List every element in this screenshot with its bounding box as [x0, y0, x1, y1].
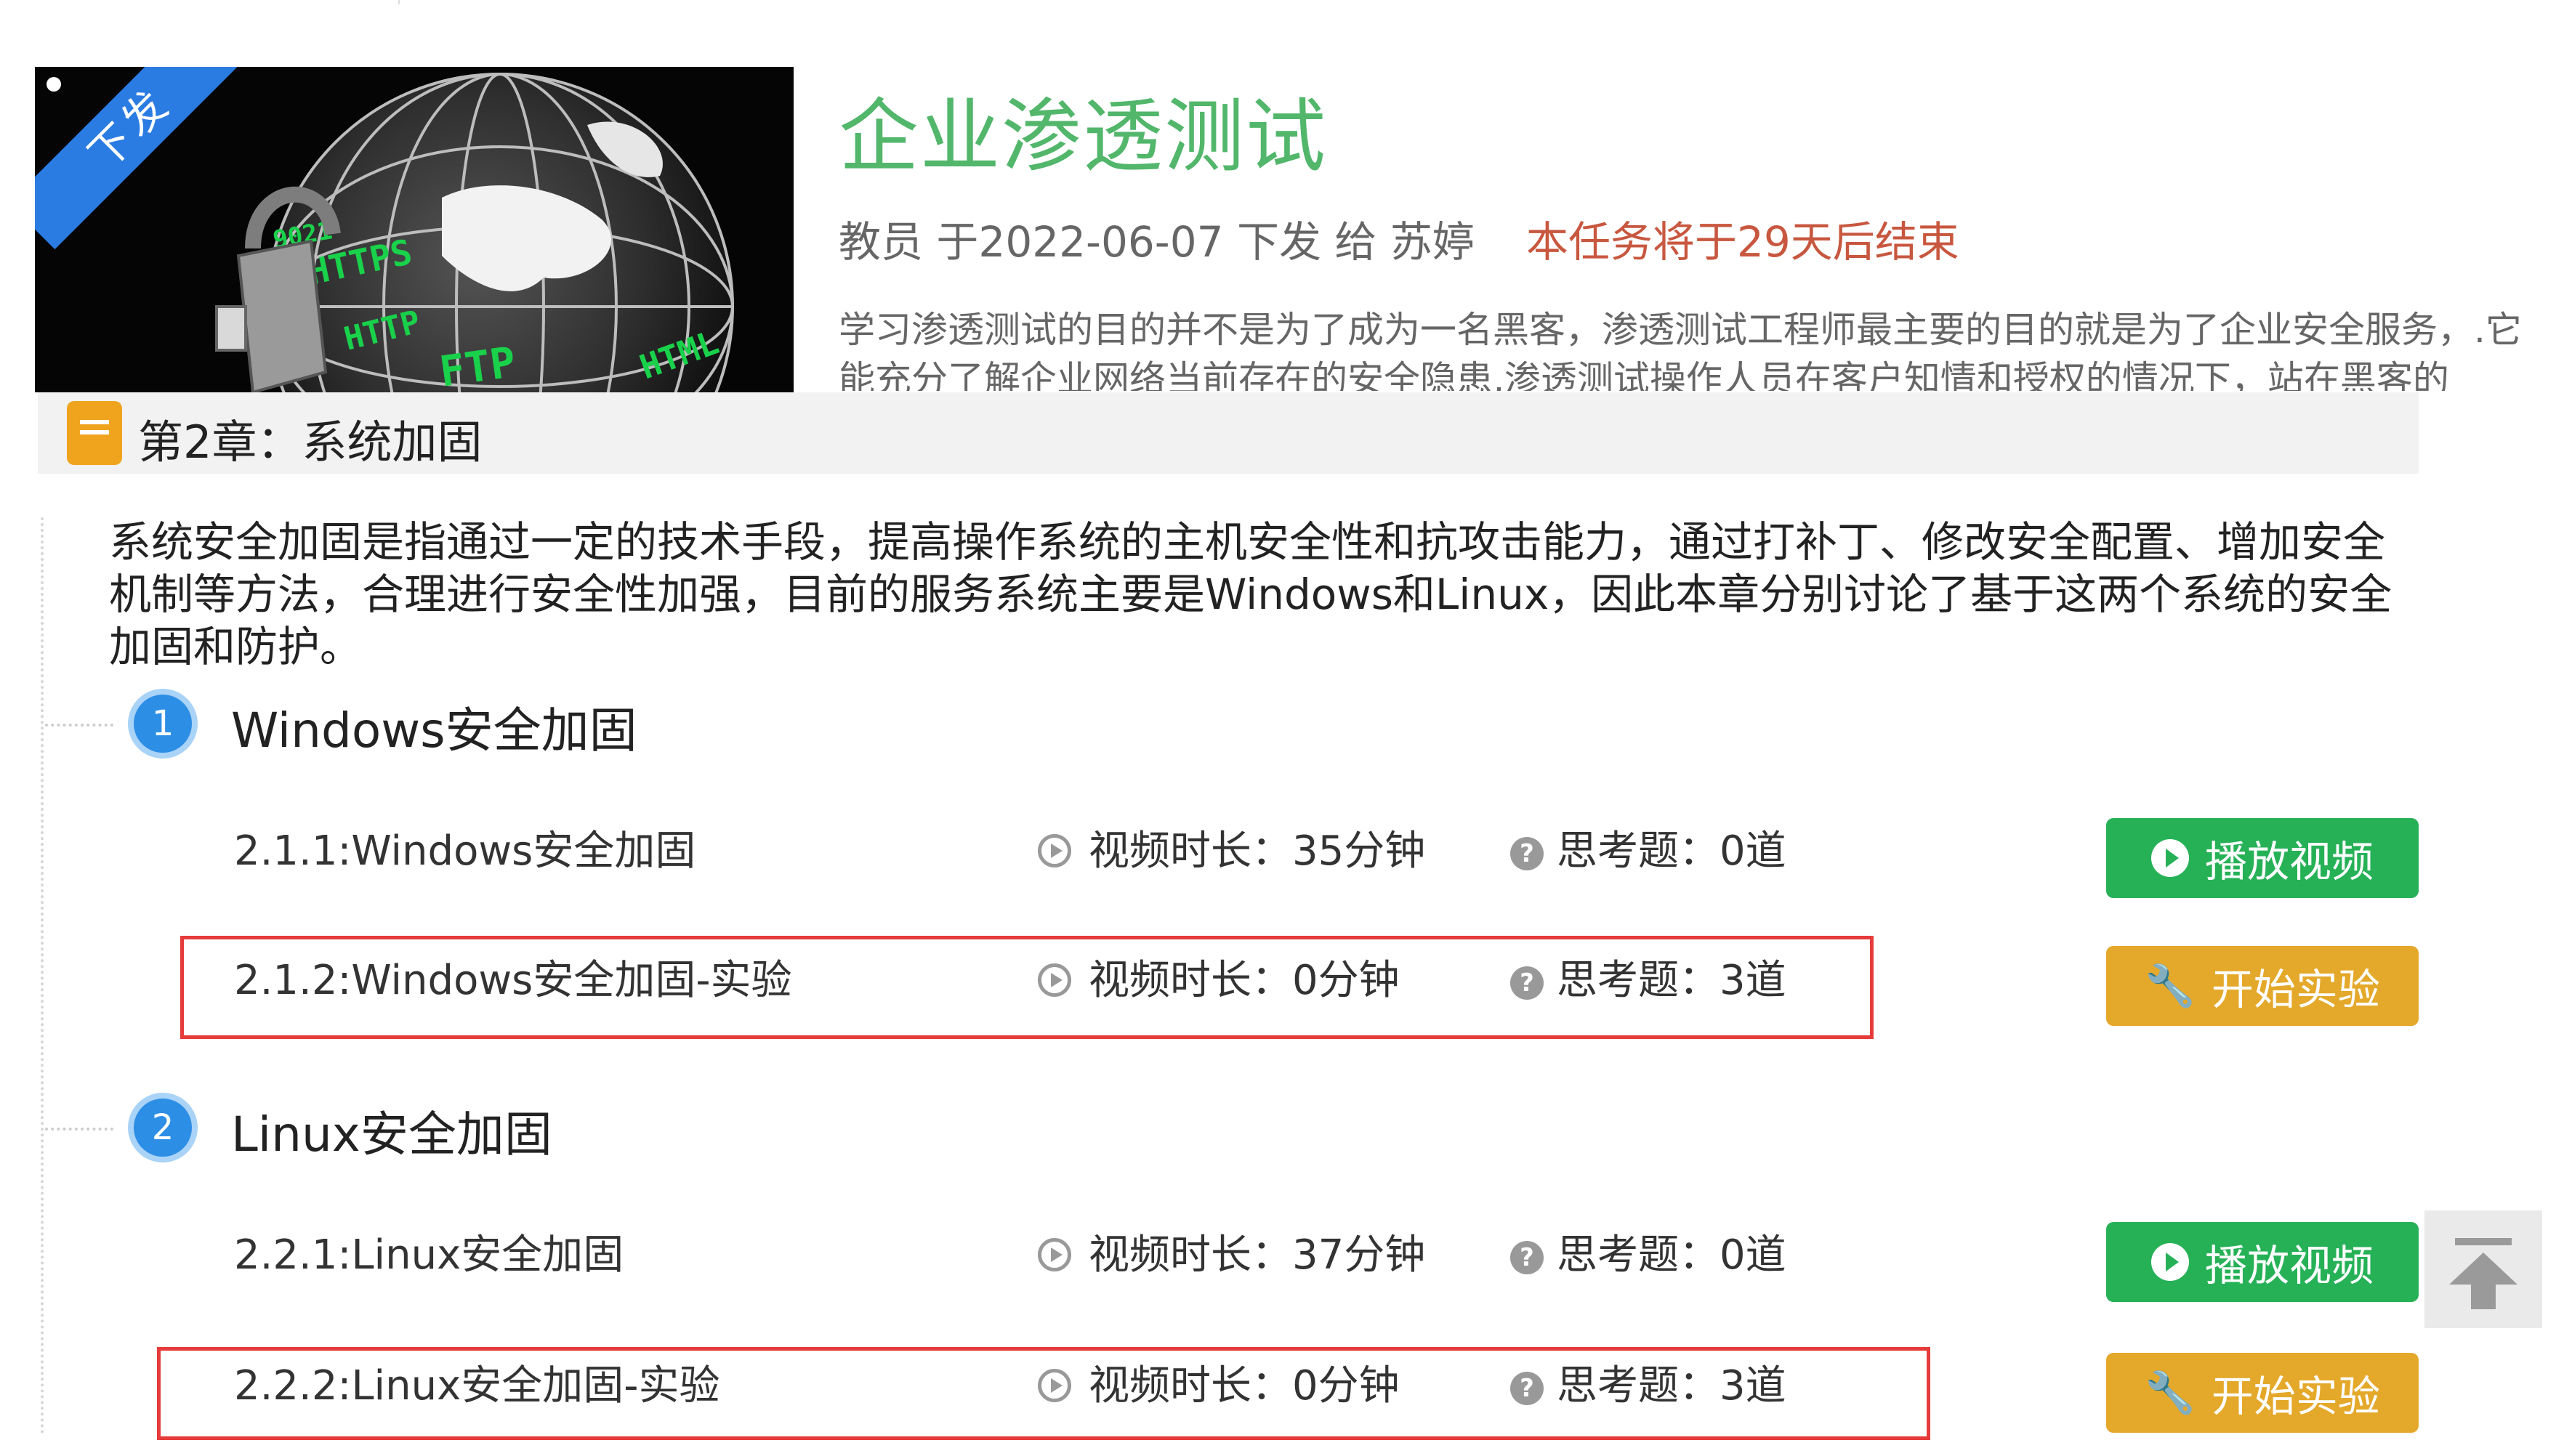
play-circle-icon — [1038, 963, 1071, 997]
play-circle-icon — [1038, 1369, 1071, 1402]
play-circle-icon — [1038, 834, 1071, 867]
question-icon: ? — [1510, 1372, 1544, 1405]
play-video-button[interactable]: 播放视频 — [2106, 818, 2419, 898]
video-duration: 视频时长：37分钟 — [1038, 1222, 1425, 1281]
timeline-line — [41, 517, 44, 1434]
video-duration: 视频时长：35分钟 — [1038, 818, 1425, 877]
video-duration-text: 视频时长：35分钟 — [1089, 828, 1426, 875]
chapter-intro: 系统安全加固是指通过一定的技术手段，提高操作系统的主机安全性和抗攻击能力，通过打… — [109, 517, 2392, 671]
timeline-connector — [45, 724, 113, 727]
back-to-top-icon — [2455, 1238, 2512, 1245]
question-count-text: 思考题：0道 — [1557, 1231, 1786, 1279]
question-icon: ? — [1510, 1241, 1544, 1274]
section-title[interactable]: Windows安全加固 — [231, 692, 637, 761]
question-count: ? 思考题：0道 — [1510, 818, 1786, 877]
course-description: 学习渗透测试的目的并不是为了成为一名黑客，渗透测试工程师最主要的目的就是为了企业… — [839, 309, 2522, 391]
question-count: ? 思考题：0道 — [1510, 1222, 1786, 1281]
question-count: ? 思考题：3道 — [1510, 1353, 1786, 1412]
lesson-title[interactable]: 2.1.2:Windows安全加固-实验 — [234, 947, 792, 1006]
course-cover-image: HTTPS FTP HTTP HTML 9021 下发 — [35, 67, 794, 392]
play-icon — [2150, 1243, 2189, 1281]
question-count-text: 思考题：3道 — [1557, 1362, 1786, 1410]
section-number-badge: 1 — [128, 689, 198, 759]
issue-meta: 教员 于2022-06-07 下发 给 苏婷 — [839, 217, 1475, 267]
play-video-label: 播放视频 — [2204, 1241, 2374, 1290]
video-duration: 视频时长：0分钟 — [1038, 947, 1400, 1006]
start-lab-label: 开始实验 — [2211, 1372, 2380, 1421]
svg-text:FTP: FTP — [436, 337, 518, 392]
start-lab-button[interactable]: 🔧 开始实验 — [2106, 946, 2419, 1026]
start-lab-label: 开始实验 — [2211, 965, 2380, 1014]
question-icon: ? — [1510, 837, 1544, 870]
video-duration-text: 视频时长：37分钟 — [1089, 1231, 1426, 1279]
video-duration-text: 视频时长：0分钟 — [1089, 957, 1400, 1004]
video-duration: 视频时长：0分钟 — [1038, 1353, 1400, 1412]
lesson-title[interactable]: 2.1.1:Windows安全加固 — [234, 818, 696, 877]
arrow-up-icon — [2449, 1253, 2517, 1285]
ribbon-dot-icon — [47, 77, 61, 92]
wrench-icon: 🔧 — [2145, 1370, 2196, 1417]
deadline-notice: 本任务将于29天后结束 — [1526, 217, 1959, 267]
question-icon: ? — [1510, 966, 1544, 1000]
question-count-text: 思考题：3道 — [1557, 957, 1786, 1004]
lesson-title[interactable]: 2.2.2:Linux安全加固-实验 — [234, 1353, 719, 1412]
arrow-stem — [2471, 1283, 2496, 1309]
chapter-title: 第2章：系统加固 — [138, 416, 483, 469]
play-icon — [2150, 839, 2189, 877]
play-circle-icon — [1038, 1238, 1071, 1271]
course-title: 企业渗透测试 — [839, 90, 1327, 183]
play-video-button[interactable]: 播放视频 — [2106, 1222, 2419, 1302]
lesson-title[interactable]: 2.2.1:Linux安全加固 — [234, 1222, 624, 1281]
video-duration-text: 视频时长：0分钟 — [1089, 1362, 1400, 1410]
timeline-connector — [45, 1128, 113, 1131]
question-count-text: 思考题：0道 — [1557, 828, 1786, 875]
question-count: ? 思考题：3道 — [1510, 947, 1786, 1006]
play-video-label: 播放视频 — [2204, 837, 2374, 886]
wrench-icon: 🔧 — [2145, 963, 2196, 1010]
section-number-badge: 2 — [128, 1093, 198, 1162]
document-icon — [67, 401, 122, 465]
divider — [398, 0, 400, 4]
back-to-top-button[interactable] — [2424, 1210, 2542, 1328]
start-lab-button[interactable]: 🔧 开始实验 — [2106, 1353, 2419, 1433]
section-title[interactable]: Linux安全加固 — [231, 1096, 552, 1165]
course-task-page: HTTPS FTP HTTP HTML 9021 下发 企业渗透测试 教员 于2… — [0, 0, 2564, 1456]
